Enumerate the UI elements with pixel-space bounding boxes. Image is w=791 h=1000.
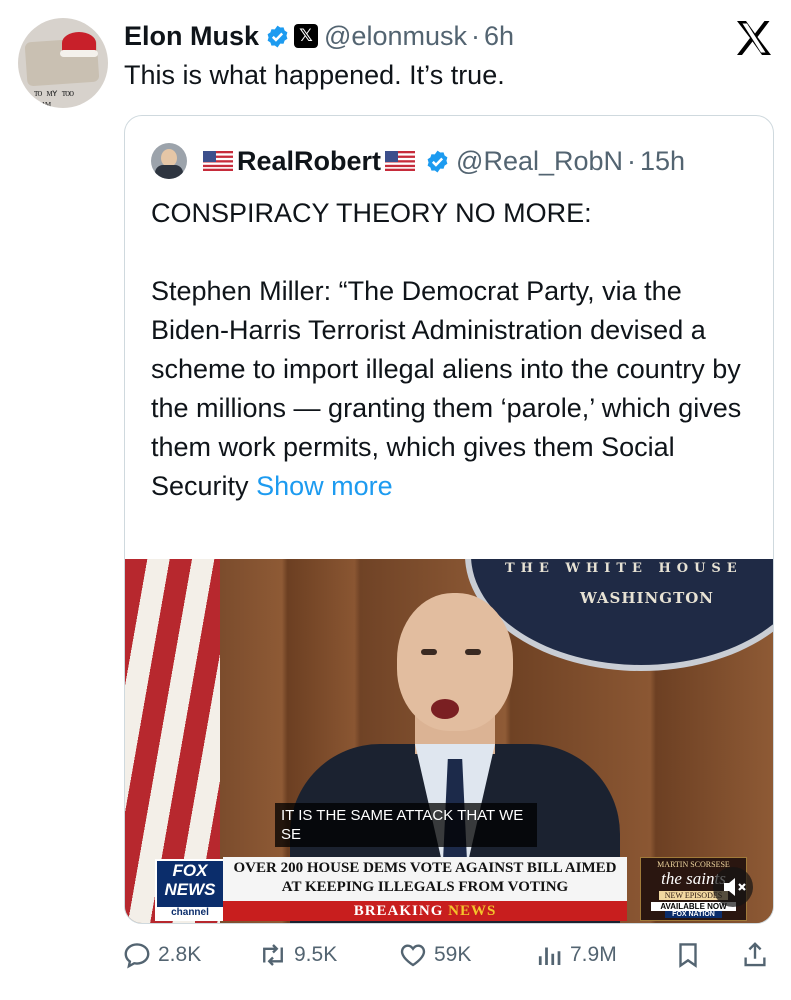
breaking-news-bar: BREAKING NEWS — [223, 901, 627, 921]
speaker-eye — [421, 649, 437, 655]
mute-button[interactable] — [713, 867, 753, 907]
chyron-headline: OVER 200 HOUSE DEMS VOTE AGAINST BILL AI… — [223, 857, 627, 901]
quoted-post[interactable]: RealRobert @Real_RobN · 15h CONSPIRACY T… — [124, 115, 774, 924]
views-icon — [538, 947, 561, 965]
repost-button[interactable]: 9.5K — [258, 937, 337, 973]
reply-button[interactable]: 2.8K — [122, 937, 201, 973]
us-flag-icon — [385, 151, 416, 171]
author-handle[interactable]: @elonmusk — [324, 21, 467, 52]
fox-logo-line1: FOX — [172, 861, 208, 880]
fox-news-logo: FOX NEWS channel — [155, 859, 225, 921]
quote-avatar[interactable] — [151, 143, 187, 179]
views-count: 7.9M — [570, 943, 617, 966]
bookmark-icon — [679, 943, 697, 968]
avatar-hat-rim — [60, 50, 98, 57]
seal-text: WASHINGTON — [580, 589, 715, 607]
seal-arc-text: THE WHITE HOUSE — [505, 561, 743, 576]
speaker-mouth — [431, 699, 459, 719]
views-button[interactable]: 7.9M — [534, 937, 617, 973]
quote-line1: CONSPIRACY THEORY NO MORE: — [151, 198, 592, 228]
like-count: 59K — [434, 943, 472, 966]
reply-icon — [124, 943, 150, 969]
x-logo-icon — [737, 21, 771, 55]
repost-count: 9.5K — [294, 943, 338, 966]
promo-network: FOX NATION — [665, 911, 722, 918]
separator: · — [470, 20, 480, 51]
us-flag-icon — [203, 151, 233, 171]
quote-avatar-suit — [155, 165, 183, 179]
post-text: This is what happened. It’s true. — [124, 60, 505, 90]
like-icon — [400, 944, 426, 967]
news-label: NEWS — [448, 903, 497, 919]
author-name[interactable]: Elon Musk — [124, 21, 259, 52]
post-header: Elon Musk 𝕏 @elonmusk · 6h — [124, 18, 514, 54]
closed-caption: IT IS THE SAME ATTACK THAT WE SE — [275, 803, 537, 847]
separator: · — [627, 145, 637, 176]
video-player[interactable]: THE WHITE HOUSE WASHINGTON IT IS THE SAM… — [125, 559, 773, 923]
x-affiliate-icon: 𝕏 — [294, 24, 319, 48]
quote-author-handle[interactable]: @Real_RobN — [456, 146, 623, 177]
avatar-scribble: ᴛᴏ ᴍʏ ᴛᴏᴏ ᴛᴇᴀᴍ — [34, 88, 74, 108]
quote-body: Stephen Miller: “The Democrat Party, via… — [151, 276, 742, 501]
speaker-eye — [465, 649, 481, 655]
breaking-label: BREAKING — [353, 903, 444, 919]
action-bar: 2.8K 9.5K 59K 7.9M — [0, 933, 791, 979]
repost-icon — [263, 944, 283, 966]
quote-time[interactable]: 15h — [640, 146, 685, 177]
quote-header: RealRobert @Real_RobN · 15h — [151, 142, 685, 180]
author-avatar[interactable]: ᴛᴏ ᴍʏ ᴛᴏᴏ ᴛᴇᴀᴍ — [18, 18, 108, 108]
post-time[interactable]: 6h — [484, 21, 514, 52]
reply-count: 2.8K — [158, 943, 202, 966]
fox-logo-line2: NEWS — [164, 880, 216, 899]
mute-icon — [724, 878, 746, 896]
bookmark-button[interactable] — [673, 937, 709, 973]
like-button[interactable]: 59K — [398, 937, 471, 973]
quote-body-paragraph: Stephen Miller: “The Democrat Party, via… — [151, 272, 751, 506]
show-more-link[interactable]: Show more — [256, 471, 393, 501]
share-button[interactable] — [740, 937, 776, 973]
share-icon — [744, 942, 766, 967]
verified-badge-icon — [427, 150, 448, 172]
news-chyron: FOX NEWS channel OVER 200 HOUSE DEMS VOT… — [125, 857, 773, 923]
fox-logo-channel: channel — [157, 907, 223, 919]
verified-badge-icon — [267, 25, 288, 47]
quote-author-name[interactable]: RealRobert — [237, 146, 381, 177]
quote-text: CONSPIRACY THEORY NO MORE: Stephen Mille… — [151, 194, 751, 506]
